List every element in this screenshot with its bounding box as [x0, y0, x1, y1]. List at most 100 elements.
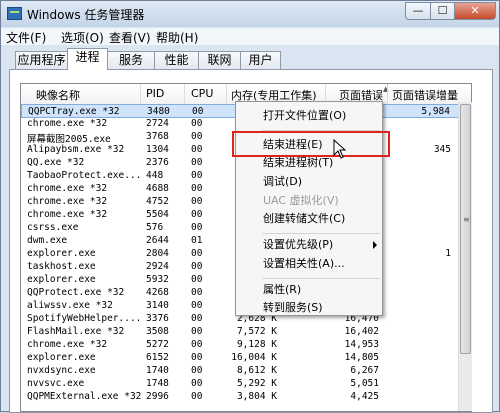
cell-pid: 3480 — [147, 106, 170, 117]
cell-image-name: TaobaoProtect.exe... — [27, 170, 142, 181]
tab-users[interactable]: 用户 — [240, 51, 281, 69]
col-divider[interactable] — [140, 84, 141, 104]
cell-cpu: 00 — [191, 118, 203, 129]
cell-page-fault-delta: 1 — [445, 248, 451, 259]
cell-pid: 6152 — [146, 352, 169, 363]
cell-cpu: 00 — [191, 157, 203, 168]
cell-page-faults: 16,402 — [344, 326, 379, 337]
cell-page-faults: 6,267 — [350, 365, 379, 376]
col-cpu[interactable]: CPU — [191, 87, 213, 100]
ctx-create-dump-file[interactable]: 创建转储文件(C) — [236, 209, 382, 229]
cell-image-name: taskhost.exe — [27, 261, 96, 272]
vertical-scrollbar[interactable]: ≡ — [458, 102, 472, 411]
cell-pid: 2376 — [146, 157, 169, 168]
cell-image-name: explorer.exe — [27, 248, 96, 259]
cell-pid: 1748 — [146, 378, 169, 389]
cell-cpu: 00 — [192, 106, 204, 117]
menu-view[interactable]: 查看(V) — [109, 29, 151, 46]
ctx-label: UAC 虚拟化(V) — [263, 194, 339, 207]
cell-pid: 5932 — [146, 274, 169, 285]
tab-performance[interactable]: 性能 — [154, 51, 199, 69]
ctx-separator — [262, 278, 380, 279]
cell-cpu: 00 — [191, 222, 203, 233]
col-image-name[interactable]: 映像名称 — [36, 87, 80, 103]
cell-image-name: QQPMExternal.exe *32 — [27, 391, 142, 402]
cell-page-fault-delta: 345 — [433, 144, 451, 155]
cell-pid: 4688 — [146, 183, 169, 194]
cell-pid: 5504 — [146, 209, 169, 220]
window-title: Windows 任务管理器 — [27, 8, 145, 22]
cell-memory: 5,292 K — [236, 378, 277, 389]
cell-cpu: 00 — [191, 313, 203, 324]
cell-cpu: 00 — [191, 326, 203, 337]
cell-cpu: 00 — [191, 352, 203, 363]
table-row[interactable]: nvvsvc.exe 1748 00 5,292 K 5,051 — [21, 377, 471, 391]
tab-processes[interactable]: 进程 — [67, 48, 108, 70]
cell-pid: 3140 — [146, 300, 169, 311]
cell-pid: 4268 — [146, 287, 169, 298]
menu-options[interactable]: 选项(O) — [61, 29, 104, 46]
cell-pid: 3376 — [146, 313, 169, 324]
cell-image-name: QQPCTray.exe *32 — [28, 106, 120, 117]
col-divider[interactable] — [387, 84, 388, 104]
cell-image-name: chrome.exe *32 — [27, 196, 108, 207]
close-button[interactable]: ✕ — [454, 2, 496, 20]
cell-memory: 16,004 K — [231, 352, 277, 363]
submenu-arrow-icon — [373, 241, 377, 249]
cell-image-name: nvxdsync.exe — [27, 365, 96, 376]
minimize-button[interactable]: — — [405, 2, 431, 20]
tab-applications[interactable]: 应用程序 — [15, 51, 68, 69]
cell-pid: 448 — [146, 170, 164, 181]
table-row[interactable]: nvxdsync.exe 1740 00 8,612 K 6,267 — [21, 364, 471, 378]
table-row[interactable]: QQPMExternal.exe *32 2996 00 3,804 K 4,425 — [21, 390, 471, 404]
cell-cpu: 00 — [191, 287, 203, 298]
cell-memory: 3,804 K — [236, 391, 277, 402]
col-divider[interactable] — [184, 84, 185, 104]
title-bar[interactable]: Windows 任务管理器 — ☐ ✕ — [1, 1, 499, 27]
cell-image-name: explorer.exe — [27, 352, 96, 363]
table-row[interactable]: chrome.exe *32 5272 00 9,128 K 14,953 — [21, 338, 471, 352]
ctx-uac-virtualization: UAC 虚拟化(V) — [236, 191, 382, 211]
tab-services[interactable]: 服务 — [107, 51, 155, 69]
arrow-cursor-icon — [333, 139, 347, 159]
cell-cpu: 00 — [191, 248, 203, 259]
cell-page-faults: 5,051 — [350, 378, 379, 389]
cell-image-name: explorer.exe — [27, 274, 96, 285]
cell-image-name: QQProtect.exe *32 — [27, 287, 125, 298]
menu-help[interactable]: 帮助(H) — [156, 29, 198, 46]
cell-image-name: SpotifyWebHelper.... — [27, 313, 142, 324]
cell-cpu: 00 — [191, 391, 203, 402]
cell-cpu: 01 — [191, 235, 203, 246]
ctx-label: 打开文件位置(O) — [263, 109, 347, 122]
col-page-fault-delta[interactable]: 页面错误增量 — [392, 87, 458, 103]
ctx-separator — [262, 233, 380, 234]
tab-networking[interactable]: 联网 — [198, 51, 241, 69]
cell-image-name: Alipaybsm.exe *32 — [27, 144, 125, 155]
table-row[interactable]: explorer.exe 6152 00 16,004 K 14,805 — [21, 351, 471, 365]
cell-cpu: 00 — [191, 209, 203, 220]
maximize-button[interactable]: ☐ — [430, 2, 455, 20]
cell-pid: 5272 — [146, 339, 169, 350]
ctx-label: 调试(D) — [263, 175, 303, 188]
ctx-go-to-service[interactable]: 转到服务(S) — [236, 298, 382, 318]
cell-pid: 2804 — [146, 248, 169, 259]
cell-memory: 9,128 K — [236, 339, 277, 350]
cell-cpu: 00 — [191, 183, 203, 194]
ctx-label: 设置相关性(A)... — [263, 257, 345, 270]
cell-cpu: 00 — [191, 378, 203, 389]
ctx-set-priority[interactable]: 设置优先级(P) — [236, 235, 382, 255]
cell-cpu: 00 — [191, 196, 203, 207]
tab-strip: 应用程序 进程 服务 性能 联网 用户 — [1, 48, 499, 70]
ctx-properties[interactable]: 属性(R) — [236, 280, 382, 300]
ctx-debug[interactable]: 调试(D) — [236, 172, 382, 192]
col-pid[interactable]: PID — [146, 87, 164, 100]
cell-cpu: 00 — [191, 170, 203, 181]
scrollbar-thumb[interactable]: ≡ — [460, 104, 471, 354]
table-row[interactable]: FlashMail.exe *32 3508 00 7,572 K 16,402 — [21, 325, 471, 339]
cell-memory: 8,612 K — [236, 365, 277, 376]
ctx-set-affinity[interactable]: 设置相关性(A)... — [236, 254, 382, 274]
cell-pid: 3508 — [146, 326, 169, 337]
menu-file[interactable]: 文件(F) — [6, 29, 46, 46]
col-divider[interactable] — [226, 84, 227, 104]
ctx-open-file-location[interactable]: 打开文件位置(O) — [236, 106, 382, 126]
